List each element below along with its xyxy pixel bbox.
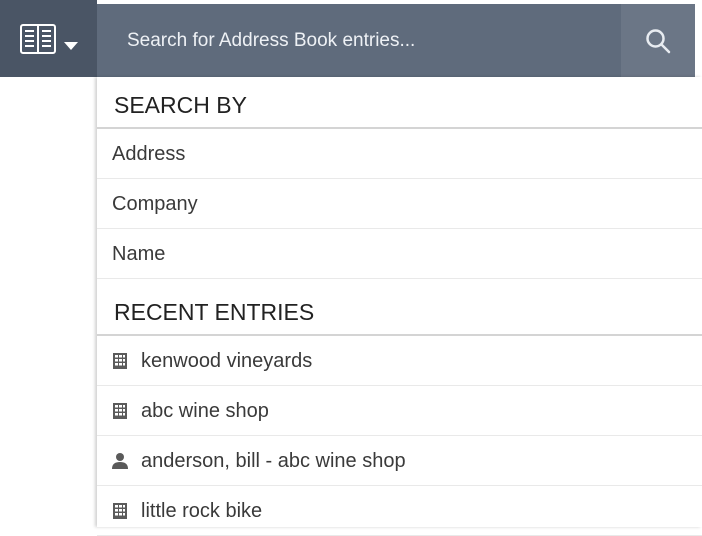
search-by-company[interactable]: Company	[97, 179, 702, 229]
recent-entries-header: RECENT ENTRIES	[97, 279, 702, 336]
person-icon	[112, 452, 128, 469]
search-by-header: SEARCH BY	[97, 77, 702, 129]
search-dropdown: SEARCH BY Address Company Name RECENT EN…	[97, 77, 702, 536]
search-input[interactable]	[97, 4, 621, 77]
recent-entry-label: little rock bike	[141, 499, 263, 522]
address-book-menu-button[interactable]	[0, 0, 97, 77]
recent-entry[interactable]: little rock bike	[97, 486, 702, 536]
recent-entry[interactable]: kenwood vineyards	[97, 336, 702, 386]
recent-entry-label: abc wine shop	[141, 399, 269, 422]
recent-entry-label: anderson, bill - abc wine shop	[141, 449, 406, 472]
search-button[interactable]	[621, 4, 695, 77]
top-bar	[0, 0, 702, 77]
search-icon	[646, 28, 671, 53]
recent-entry[interactable]: anderson, bill - abc wine shop	[97, 436, 702, 486]
recent-entry[interactable]: abc wine shop	[97, 386, 702, 436]
recent-entry-label: kenwood vineyards	[141, 349, 313, 372]
building-icon	[113, 352, 127, 369]
building-icon	[113, 502, 127, 519]
search-bar	[97, 4, 695, 77]
search-by-address[interactable]: Address	[97, 129, 702, 179]
building-icon	[113, 402, 127, 419]
caret-down-icon	[63, 41, 78, 50]
address-book-icon	[19, 23, 56, 54]
search-by-name[interactable]: Name	[97, 229, 702, 279]
